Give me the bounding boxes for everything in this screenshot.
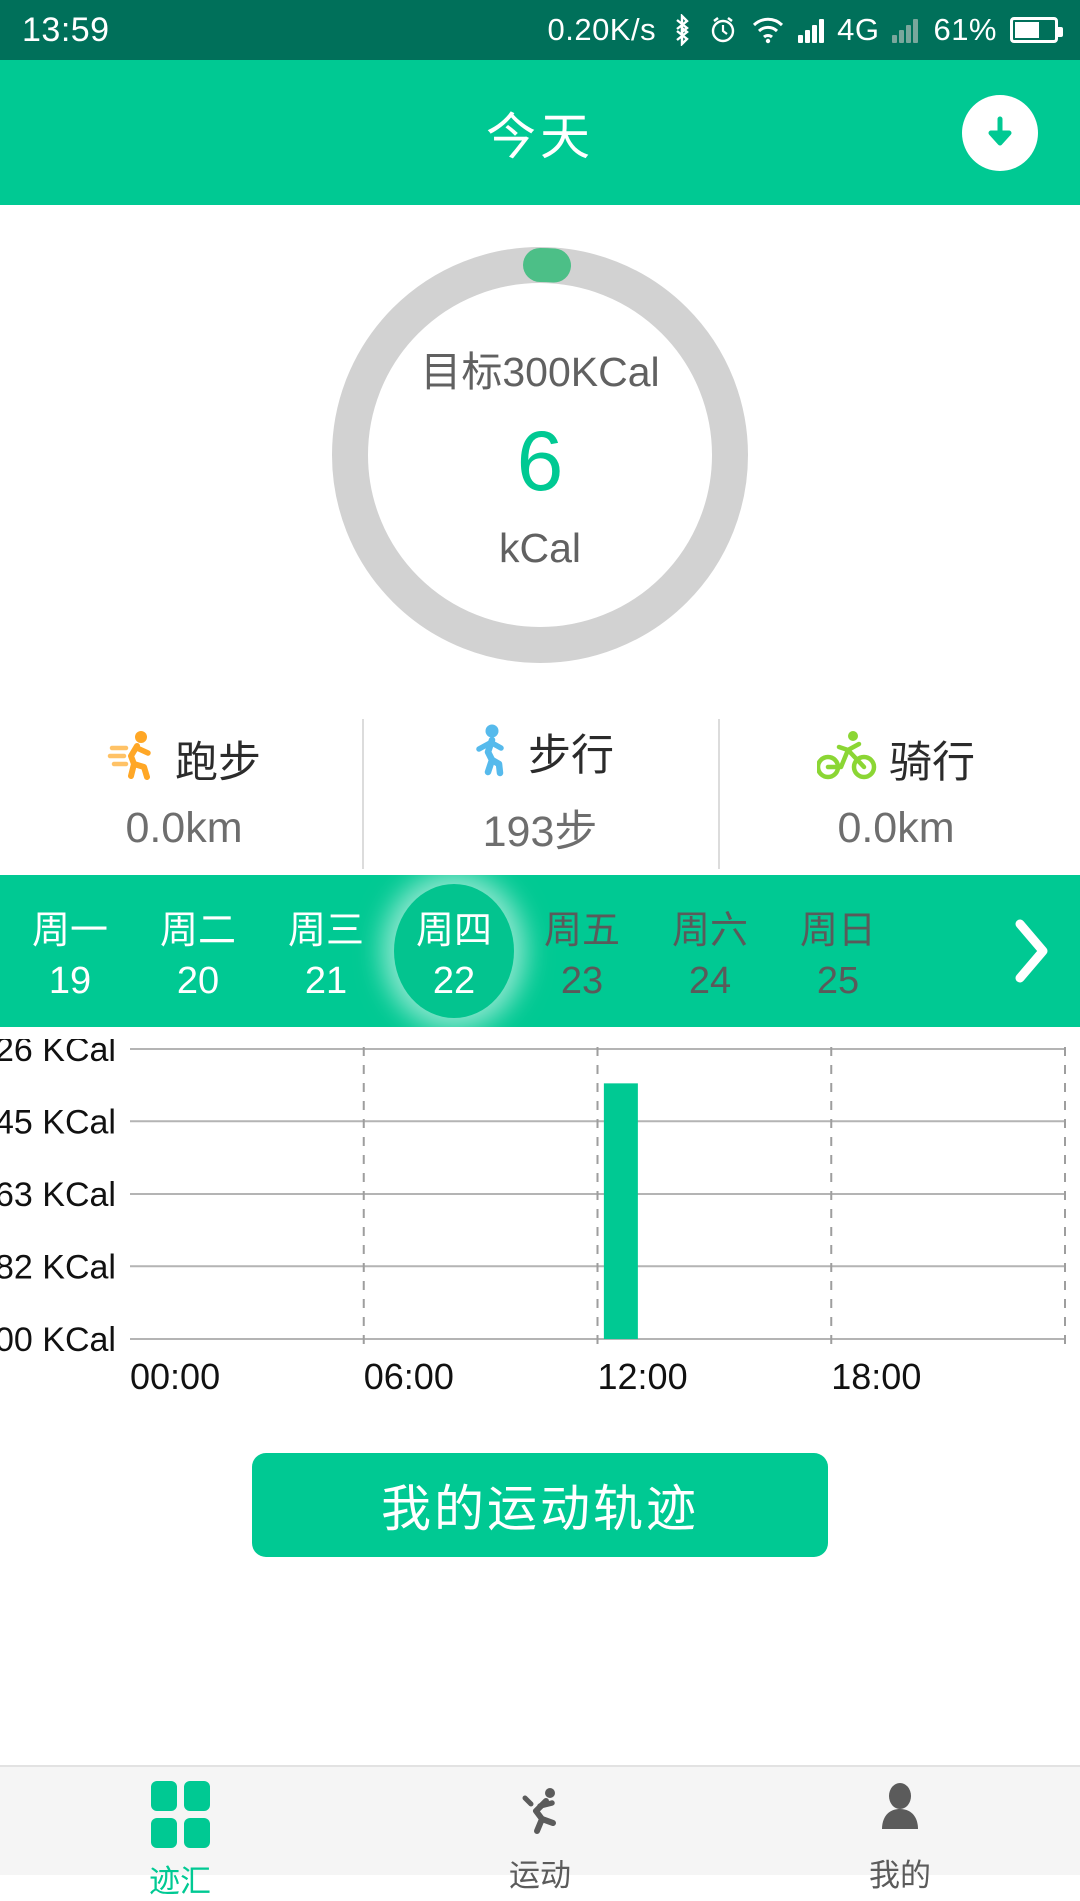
nav-label-exercise: 运动 bbox=[509, 1858, 571, 1893]
stat-cycling-value: 0.0km bbox=[837, 803, 955, 852]
weekday-item-0[interactable]: 周一 19 bbox=[6, 875, 134, 1027]
nav-label-collection: 迹汇 bbox=[149, 1864, 211, 1899]
weekday-num: 19 bbox=[48, 960, 92, 1002]
my-exercise-track-button[interactable]: 我的运动轨迹 bbox=[252, 1453, 828, 1557]
chart-xtick-label: 00:00 bbox=[130, 1356, 220, 1397]
weekday-name: 周四 bbox=[415, 910, 492, 952]
bluetooth-icon bbox=[669, 14, 695, 46]
nav-item-exercise[interactable]: 运动 bbox=[360, 1781, 720, 1895]
weekday-item-4[interactable]: 周五 23 bbox=[518, 875, 646, 1027]
weekday-item-1[interactable]: 周二 20 bbox=[134, 875, 262, 1027]
battery-percent: 61% bbox=[933, 12, 997, 47]
chart-xtick-label: 12:00 bbox=[598, 1356, 688, 1397]
ring-goal-text: 目标300KCal bbox=[420, 348, 660, 395]
status-bar: 13:59 0.20K/s 4G 61% bbox=[0, 0, 1080, 60]
nav-item-collection[interactable]: 迹汇 bbox=[0, 1781, 360, 1901]
weekday-name: 周三 bbox=[287, 910, 364, 952]
chart-ytick-label: 0.00 KCal bbox=[0, 1321, 116, 1359]
calorie-ring: 目标300KCal 6 kCal bbox=[322, 237, 758, 673]
weekday-num: 25 bbox=[816, 960, 860, 1002]
stat-running-value: 0.0km bbox=[125, 803, 243, 852]
alarm-icon bbox=[708, 15, 738, 45]
weekday-item-3-selected[interactable]: 周四 22 bbox=[390, 875, 518, 1027]
calorie-timeline-chart: 0.00 KCal 1.82 KCal 3.63 KCal 5.45 KCal 7.26… bbox=[0, 1039, 1080, 1439]
weekday-name: 周二 bbox=[159, 910, 236, 952]
stat-walking[interactable]: 步行 193步 bbox=[362, 705, 718, 875]
stat-cycling[interactable]: 骑行 0.0km bbox=[718, 705, 1074, 875]
walking-icon bbox=[466, 722, 516, 783]
weekday-name: 周一 bbox=[31, 910, 108, 952]
chart-svg: 0.00 KCal 1.82 KCal 3.63 KCal 5.45 KCal 7.26… bbox=[0, 1039, 1066, 1397]
stat-running[interactable]: 跑步 0.0km bbox=[6, 705, 362, 875]
app-header: 今天 bbox=[0, 60, 1080, 205]
calorie-ring-section: 目标300KCal 6 kCal bbox=[0, 205, 1080, 705]
chart-ytick-label: 7.26 KCal bbox=[0, 1039, 116, 1069]
ring-unit: kCal bbox=[498, 525, 582, 572]
chart-ytick-label: 5.45 KCal bbox=[0, 1103, 116, 1141]
network-speed: 0.20K/s bbox=[547, 12, 657, 47]
weekday-name: 周六 bbox=[671, 910, 748, 952]
weekday-item-5[interactable]: 周六 24 bbox=[646, 875, 774, 1027]
weekday-num: 22 bbox=[432, 960, 476, 1002]
weekday-name: 周日 bbox=[799, 910, 876, 952]
stat-walking-label: 步行 bbox=[528, 732, 614, 780]
chevron-right-icon[interactable] bbox=[996, 916, 1066, 986]
weekday-num: 21 bbox=[304, 960, 348, 1002]
signal-icon bbox=[798, 17, 825, 43]
ring-value: 6 bbox=[516, 413, 564, 508]
cycling-icon bbox=[815, 730, 877, 787]
bottom-navigation: 迹汇 运动 我的 bbox=[0, 1765, 1080, 1899]
grid-icon bbox=[150, 1781, 210, 1848]
chart-ytick-label: 3.63 KCal bbox=[0, 1176, 116, 1214]
chart-xtick-label: 18:00 bbox=[831, 1356, 921, 1397]
download-circle-icon[interactable] bbox=[962, 94, 1038, 171]
network-type: 4G bbox=[837, 12, 880, 47]
wifi-icon bbox=[751, 16, 785, 44]
page-title: 今天 bbox=[486, 108, 594, 165]
nav-label-mine: 我的 bbox=[869, 1858, 931, 1893]
weekday-selector[interactable]: 周一 19 周二 20 周三 21 周四 22 周五 23 周六 24 周日 2… bbox=[0, 875, 1080, 1027]
weekday-num: 23 bbox=[560, 960, 604, 1002]
weekday-item-2[interactable]: 周三 21 bbox=[262, 875, 390, 1027]
status-time: 13:59 bbox=[22, 10, 110, 49]
exercise-icon bbox=[512, 1781, 568, 1842]
stat-cycling-label: 骑行 bbox=[889, 738, 975, 787]
signal-icon-2 bbox=[892, 17, 919, 43]
track-button-wrap: 我的运动轨迹 bbox=[0, 1453, 1080, 1557]
nav-item-mine[interactable]: 我的 bbox=[720, 1781, 1080, 1895]
status-icons: 0.20K/s 4G 61% bbox=[547, 12, 1063, 48]
chart-xtick-label: 06:00 bbox=[364, 1356, 454, 1397]
stat-running-label: 跑步 bbox=[175, 738, 261, 787]
weekday-num: 24 bbox=[688, 960, 732, 1002]
chart-bar bbox=[603, 1083, 638, 1339]
activity-stats-row: 跑步 0.0km 步行 193步 骑行 0.0km bbox=[0, 705, 1080, 875]
person-icon bbox=[875, 1781, 925, 1842]
chart-ytick-label: 1.82 KCal bbox=[0, 1248, 116, 1286]
weekday-num: 20 bbox=[176, 960, 220, 1002]
weekday-item-6[interactable]: 周日 25 bbox=[774, 875, 902, 1027]
stat-walking-value: 193步 bbox=[482, 808, 598, 856]
battery-icon bbox=[1010, 17, 1063, 43]
weekday-name: 周五 bbox=[543, 910, 620, 952]
running-icon bbox=[107, 728, 163, 789]
